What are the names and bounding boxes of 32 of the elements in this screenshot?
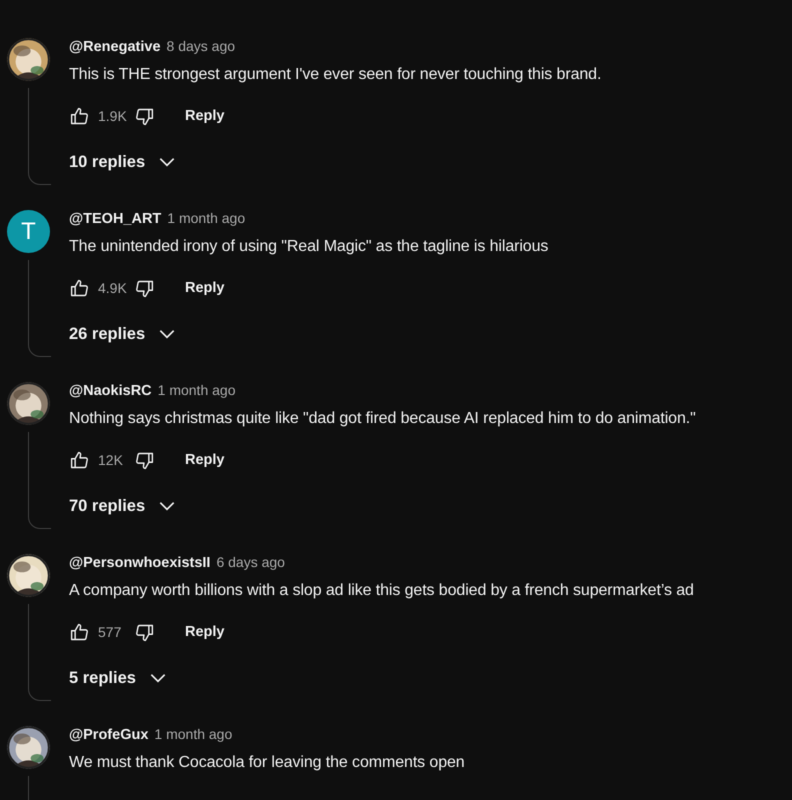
replies-toggle[interactable]: 5 replies <box>69 668 168 688</box>
reply-button[interactable]: Reply <box>185 280 224 296</box>
thumbs-up-icon[interactable] <box>69 106 90 126</box>
replies-toggle[interactable]: 70 replies <box>69 496 178 516</box>
comment-author[interactable]: @TEOH_ART <box>69 211 162 227</box>
comment-time[interactable]: 8 days ago <box>166 38 236 54</box>
comment-text: This is THE strongest argument I've ever seen for never touching this brand. <box>69 65 602 85</box>
comment-author[interactable]: @Renegative <box>69 39 161 55</box>
comment-time[interactable]: 1 month ago <box>167 210 246 226</box>
like-count: 12K <box>98 452 124 468</box>
replies-toggle[interactable]: 10 replies <box>69 152 178 172</box>
reply-button[interactable]: Reply <box>185 108 224 124</box>
avatar[interactable]: T <box>7 210 50 253</box>
reply-button[interactable]: Reply <box>185 452 224 468</box>
comment-text: A company worth billions with a slop ad like this gets bodied by a french supermarket’s ad <box>69 581 695 601</box>
thumbs-up-icon[interactable] <box>69 278 90 298</box>
like-count: 4.9K <box>98 280 128 296</box>
comment-text: The unintended irony of using "Real Magic" as the tagline is hilarious <box>69 237 550 257</box>
comment-author[interactable]: @NaokisRC <box>69 383 152 399</box>
comment-time[interactable]: 1 month ago <box>154 726 232 742</box>
comment-author[interactable]: @ProfeGux <box>69 727 148 743</box>
comment-author[interactable]: @PersonwhoexistsII <box>69 555 210 571</box>
comment-text: Nothing says christmas quite like "dad got fired because AI replaced him to do animation." <box>69 409 697 429</box>
comment-text: We must thank Cocacola for leaving the comments open <box>69 753 466 773</box>
comment-time[interactable]: 1 month ago <box>158 382 236 398</box>
thumbs-up-icon[interactable] <box>69 450 90 470</box>
replies-toggle[interactable]: 26 replies <box>69 324 178 344</box>
thumbs-up-icon[interactable] <box>69 622 90 642</box>
like-count: 577 <box>98 624 122 640</box>
comment-time[interactable]: 6 days ago <box>216 554 285 570</box>
like-count: 1.9K <box>98 108 128 124</box>
reply-button[interactable]: Reply <box>185 624 224 640</box>
